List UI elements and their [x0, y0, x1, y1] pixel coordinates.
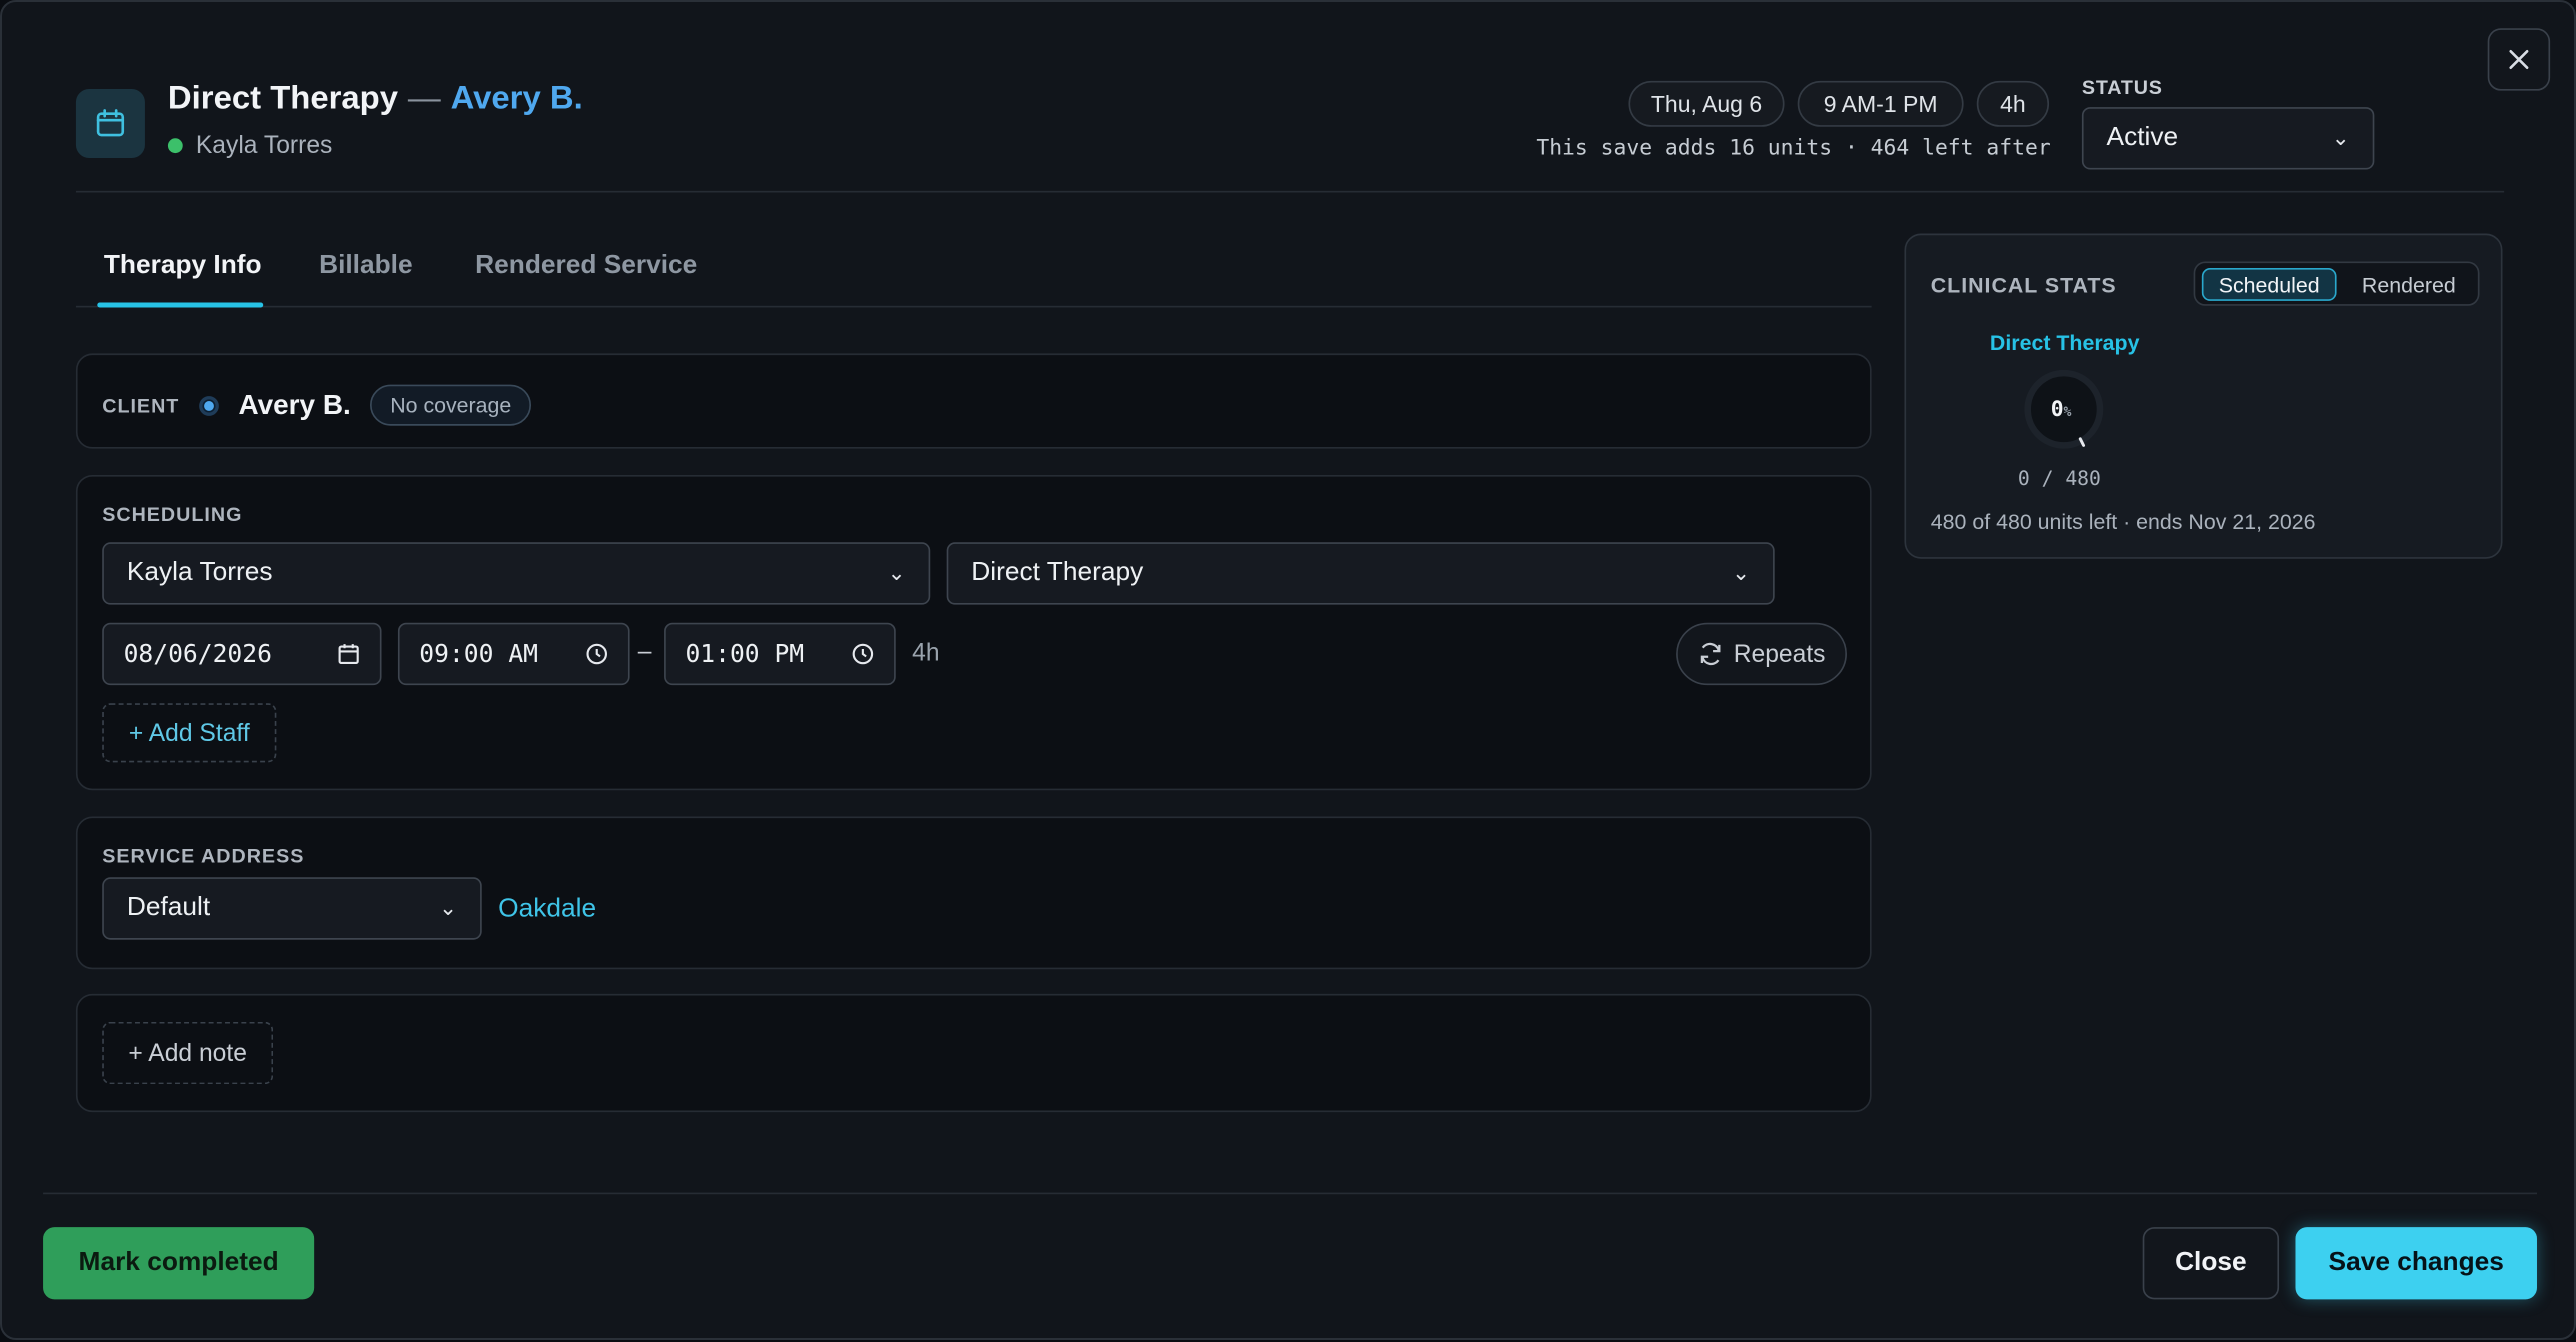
chevron-down-icon: ⌄	[1732, 560, 1751, 585]
service-title: Direct Therapy	[167, 80, 399, 117]
active-tab-indicator	[97, 302, 264, 308]
service-address-label: SERVICE ADDRESS	[102, 844, 305, 868]
tabs-divider	[75, 305, 1872, 308]
end-time-value: 01:00 PM	[685, 639, 805, 669]
start-time-input[interactable]: 09:00 AM	[397, 622, 630, 686]
time-range-separator: –	[637, 637, 652, 666]
staff-name: Kayla Torres	[195, 131, 333, 160]
clock-icon	[586, 643, 607, 665]
stats-toggle: Scheduled Rendered	[2193, 261, 2480, 306]
close-icon	[2509, 49, 2529, 70]
notes-card: + Add note	[75, 993, 1872, 1113]
modal-title: Direct Therapy — Avery B.	[168, 81, 583, 119]
add-note-button[interactable]: + Add note	[102, 1021, 274, 1085]
calendar-icon	[75, 89, 145, 159]
coverage-badge: No coverage	[370, 384, 532, 426]
address-select-value: Default	[126, 893, 211, 922]
date-input[interactable]: 08/06/2026	[102, 622, 382, 686]
title-separator: —	[407, 80, 441, 117]
repeats-label: Repeats	[1733, 639, 1826, 668]
client-dot	[199, 395, 219, 416]
date-chip: Thu, Aug 6	[1628, 80, 1785, 127]
address-select[interactable]: Default ⌄	[102, 877, 482, 940]
time-chip: 9 AM-1 PM	[1797, 80, 1964, 127]
repeat-icon	[1700, 642, 1721, 666]
footer-divider	[43, 1192, 2537, 1195]
tab-rendered-service[interactable]: Rendered Service	[475, 252, 697, 282]
event-modal: Direct Therapy — Avery B. Kayla Torres Thu…	[0, 0, 2576, 1340]
header-divider	[75, 190, 2505, 193]
status-label: STATUS	[2081, 75, 2163, 99]
duration-chip: 4h	[1976, 80, 2050, 127]
units-left-text: 480 of 480 units left · ends Nov 21, 202…	[1930, 509, 2316, 535]
mark-completed-button[interactable]: Mark completed	[43, 1227, 315, 1300]
clinical-stats-title: CLINICAL STATS	[1930, 272, 2117, 298]
title-client: Avery B.	[450, 80, 583, 117]
stats-service-name: Direct Therapy	[1989, 330, 2140, 356]
start-time-value: 09:00 AM	[419, 639, 538, 669]
progress-percent-value: 0	[2050, 397, 2064, 423]
client-card: CLIENT Avery B. No coverage	[75, 353, 1872, 449]
tab-billable[interactable]: Billable	[319, 252, 412, 282]
date-value: 08/06/2026	[123, 639, 272, 669]
chevron-down-icon: ⌄	[2331, 125, 2350, 150]
clock-icon	[852, 643, 874, 665]
progress-percent: 0%	[2051, 398, 2072, 423]
toggle-rendered[interactable]: Rendered	[2343, 268, 2474, 301]
save-changes-button[interactable]: Save changes	[2295, 1227, 2537, 1300]
service-select[interactable]: Direct Therapy ⌄	[946, 542, 1775, 605]
percent-sign: %	[2063, 404, 2072, 420]
staff-select-value: Kayla Torres	[126, 558, 273, 587]
location-link[interactable]: Oakdale	[498, 895, 596, 925]
status-select[interactable]: Active ⌄	[2081, 107, 2375, 170]
add-staff-button[interactable]: + Add Staff	[102, 703, 277, 763]
units-used-total: 0 / 480	[2017, 466, 2101, 490]
chevron-down-icon: ⌄	[887, 560, 906, 585]
tab-therapy-info[interactable]: Therapy Info	[104, 252, 262, 282]
status-value: Active	[2106, 123, 2179, 152]
service-select-value: Direct Therapy	[971, 558, 1144, 587]
staff-select[interactable]: Kayla Torres ⌄	[102, 542, 931, 605]
close-modal-button[interactable]	[2487, 28, 2551, 91]
service-address-card: SERVICE ADDRESS Default ⌄ Oakdale	[75, 816, 1872, 970]
client-row: CLIENT Avery B. No coverage	[102, 384, 532, 426]
scheduling-label: SCHEDULING	[102, 502, 243, 526]
calendar-icon	[338, 644, 359, 665]
toggle-scheduled[interactable]: Scheduled	[2201, 268, 2337, 301]
client-name: Avery B.	[238, 388, 351, 420]
units-note: This save adds 16 units · 464 left after	[1536, 136, 2051, 162]
chevron-down-icon: ⌄	[439, 895, 458, 920]
staff-indicator: Kayla Torres	[167, 131, 333, 160]
clinical-stats-panel: CLINICAL STATS Scheduled Rendered Direct…	[1904, 233, 2503, 559]
duration-label: 4h	[912, 639, 940, 668]
end-time-input[interactable]: 01:00 PM	[664, 622, 896, 686]
scheduling-card: SCHEDULING Kayla Torres ⌄ Direct Therapy…	[75, 474, 1872, 791]
repeats-button[interactable]: Repeats	[1676, 622, 1847, 686]
client-label: CLIENT	[102, 393, 180, 417]
online-status-dot	[167, 138, 183, 154]
close-button[interactable]: Close	[2142, 1227, 2280, 1300]
